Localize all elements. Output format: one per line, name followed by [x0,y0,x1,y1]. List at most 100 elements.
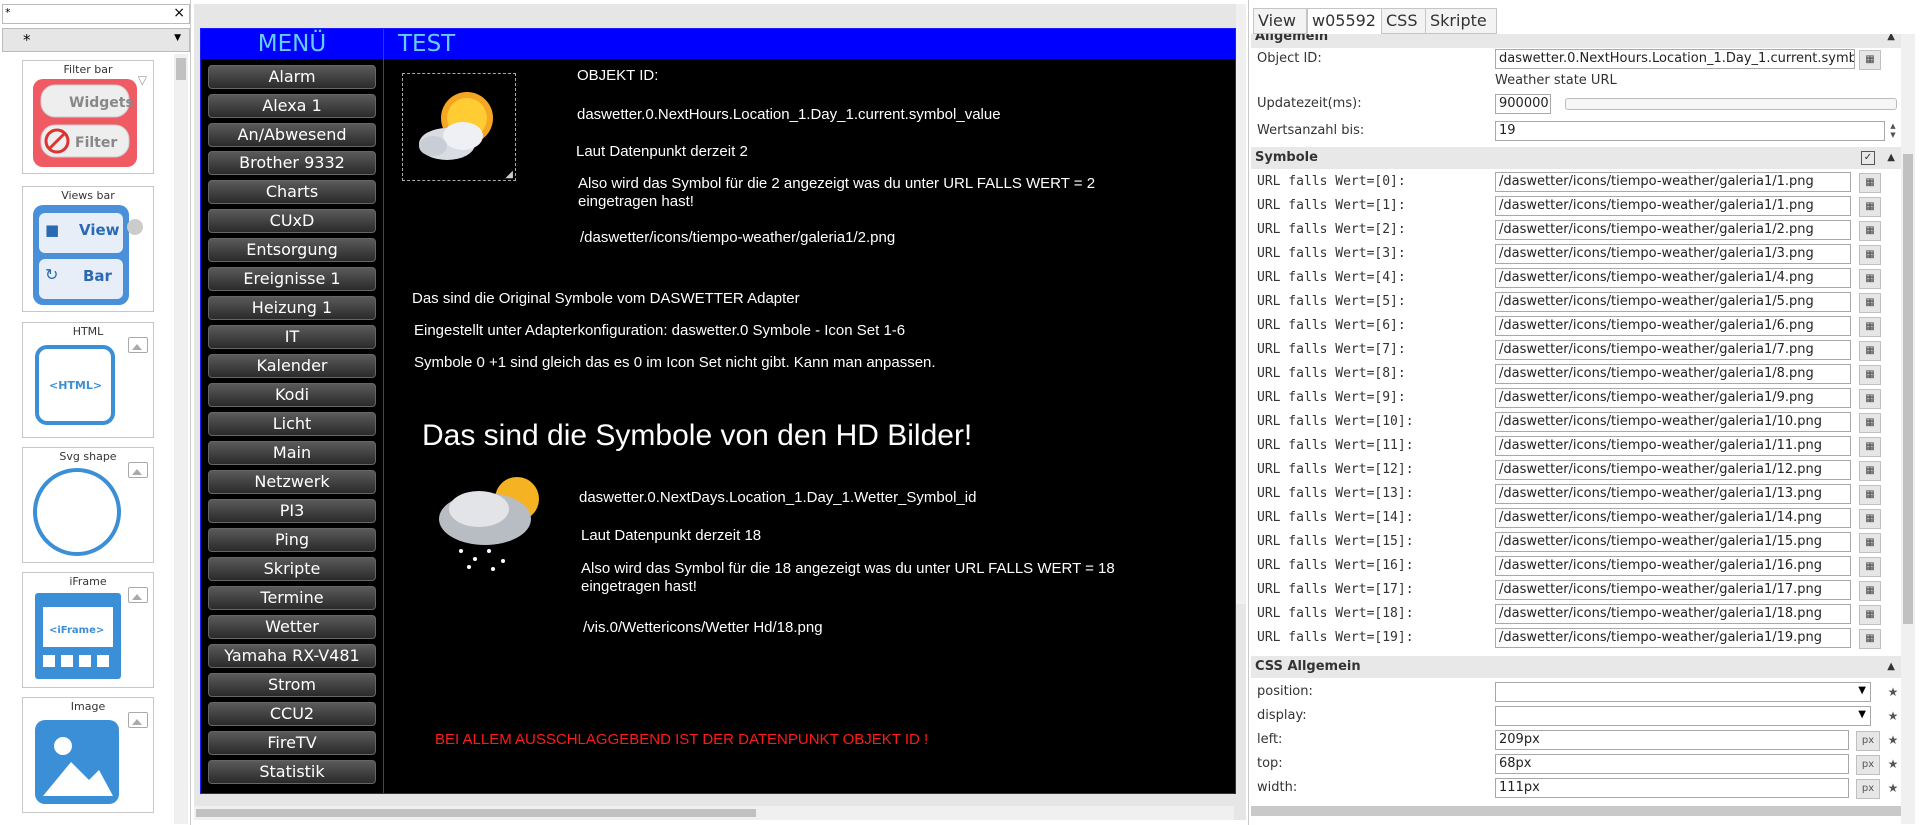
wertsanzahl-spinner[interactable]: ▲ ▼ [1887,122,1899,140]
menu-button-licht[interactable]: Licht [208,412,376,436]
url-input[interactable]: /daswetter/icons/tiempo-weather/galeria1… [1495,556,1851,576]
menu-button-ping[interactable]: Ping [208,528,376,552]
menu-button-cuxd[interactable]: CUxD [208,209,376,233]
url-select-button[interactable]: ▦ [1859,485,1881,505]
menu-button-main[interactable]: Main [208,441,376,465]
object-id-input[interactable]: daswetter.0.NextHours.Location_1.Day_1.c… [1495,49,1855,69]
url-input[interactable]: /daswetter/icons/tiempo-weather/galeria1… [1495,532,1851,552]
url-select-button[interactable]: ▦ [1859,317,1881,337]
unit-px-button[interactable]: px [1856,779,1880,799]
url-input[interactable]: /daswetter/icons/tiempo-weather/galeria1… [1495,388,1851,408]
url-select-button[interactable]: ▦ [1859,461,1881,481]
url-input[interactable]: /daswetter/icons/tiempo-weather/galeria1… [1495,268,1851,288]
scrollbar-thumb[interactable] [196,809,756,817]
url-select-button[interactable]: ▦ [1859,629,1881,649]
url-select-button[interactable]: ▦ [1859,341,1881,361]
url-input[interactable]: /daswetter/icons/tiempo-weather/galeria1… [1495,484,1851,504]
url-input[interactable]: /daswetter/icons/tiempo-weather/galeria1… [1495,172,1851,192]
menu-button-termine[interactable]: Termine [208,586,376,610]
url-select-button[interactable]: ▦ [1859,605,1881,625]
properties-horizontal-scrollbar[interactable] [1251,806,1901,816]
collapse-icon[interactable]: ▲ [1887,656,1895,678]
widget-card-views-bar[interactable]: Views bar View Bar ■ ↻ [22,186,154,312]
wertsanzahl-input[interactable]: 19 [1495,121,1885,141]
menu-button-netzwerk[interactable]: Netzwerk [208,470,376,494]
tab-widget[interactable]: w05592 [1307,8,1383,34]
menu-button-yamaha[interactable]: Yamaha RX-V481 [208,644,376,668]
menu-button-alexa-1[interactable]: Alexa 1 [208,94,376,118]
url-select-button[interactable]: ▦ [1859,557,1881,577]
menu-button-pi3[interactable]: PI3 [208,499,376,523]
updatezeit-slider[interactable] [1565,98,1897,110]
url-input[interactable]: /daswetter/icons/tiempo-weather/galeria1… [1495,508,1851,528]
url-input[interactable]: /daswetter/icons/tiempo-weather/galeria1… [1495,196,1851,216]
url-input[interactable]: /daswetter/icons/tiempo-weather/galeria1… [1495,628,1851,648]
url-select-button[interactable]: ▦ [1859,293,1881,313]
menu-button-entsorgung[interactable]: Entsorgung [208,238,376,262]
menu-button-firetv[interactable]: FireTV [208,731,376,755]
url-select-button[interactable]: ▦ [1859,365,1881,385]
menu-button-brother-9332[interactable]: Brother 9332 [208,151,376,175]
resize-handle-icon[interactable]: ◢ [505,169,513,180]
widget-card-svg-shape[interactable]: Svg shape [22,447,154,563]
star-icon[interactable]: ★ [1886,683,1900,701]
url-select-button[interactable]: ▦ [1859,269,1881,289]
canvas-vertical-scrollbar[interactable] [1236,4,1246,604]
url-input[interactable]: /daswetter/icons/tiempo-weather/galeria1… [1495,316,1851,336]
collapse-icon[interactable]: ▲ [1887,147,1895,169]
url-select-button[interactable]: ▦ [1859,221,1881,241]
properties-vertical-scrollbar[interactable] [1901,34,1915,824]
css-width-input[interactable]: 111px [1495,778,1849,798]
css-position-select[interactable]: ▼ [1495,682,1871,702]
unit-px-button[interactable]: px [1856,731,1880,751]
section-symbole[interactable]: Symbole ✓ ▲ [1251,147,1901,169]
close-icon[interactable]: × [173,5,185,21]
object-id-select-button[interactable]: ▦ [1859,50,1881,70]
star-icon[interactable]: ★ [1886,707,1900,725]
widget-card-image[interactable]: Image [22,697,154,813]
widget-card-html[interactable]: HTML <HTML> [22,322,154,438]
url-select-button[interactable]: ▦ [1859,413,1881,433]
palette-filter-select[interactable]: * ▼ [2,28,190,52]
section-allgemein[interactable]: Allgemein ▲ [1251,34,1901,48]
menu-button-kalender[interactable]: Kalender [208,354,376,378]
widget-card-filter-bar[interactable]: Filter bar Widgets Filter ▽ [22,60,154,174]
section-css-allgemein[interactable]: CSS Allgemein ▲ [1251,656,1901,678]
url-select-button[interactable]: ▦ [1859,173,1881,193]
url-select-button[interactable]: ▦ [1859,245,1881,265]
url-input[interactable]: /daswetter/icons/tiempo-weather/galeria1… [1495,292,1851,312]
palette-scrollbar[interactable] [174,54,188,824]
menu-button-statistik[interactable]: Statistik [208,760,376,784]
url-input[interactable]: /daswetter/icons/tiempo-weather/galeria1… [1495,580,1851,600]
css-left-input[interactable]: 209px [1495,730,1849,750]
selected-weather-widget[interactable]: ◢ [402,73,516,181]
css-top-input[interactable]: 68px [1495,754,1849,774]
url-select-button[interactable]: ▦ [1859,509,1881,529]
star-icon[interactable]: ★ [1886,731,1900,749]
url-select-button[interactable]: ▦ [1859,533,1881,553]
url-input[interactable]: /daswetter/icons/tiempo-weather/galeria1… [1495,412,1851,432]
menu-button-alarm[interactable]: Alarm [208,65,376,89]
menu-button-charts[interactable]: Charts [208,180,376,204]
menu-button-heizung-1[interactable]: Heizung 1 [208,296,376,320]
collapse-icon[interactable]: ▲ [1887,34,1895,48]
unit-px-button[interactable]: px [1856,755,1880,775]
checkbox-checked-icon[interactable]: ✓ [1861,151,1875,165]
url-select-button[interactable]: ▦ [1859,389,1881,409]
menu-button-it[interactable]: IT [208,325,376,349]
canvas-horizontal-scrollbar[interactable] [194,806,1234,820]
menu-button-wetter[interactable]: Wetter [208,615,376,639]
url-input[interactable]: /daswetter/icons/tiempo-weather/galeria1… [1495,244,1851,264]
updatezeit-input[interactable]: 900000 [1495,94,1551,114]
tab-view[interactable]: View [1253,8,1307,34]
url-input[interactable]: /daswetter/icons/tiempo-weather/galeria1… [1495,220,1851,240]
url-input[interactable]: /daswetter/icons/tiempo-weather/galeria1… [1495,340,1851,360]
menu-button-an-abwesend[interactable]: An/Abwesend [208,123,376,147]
menu-button-skripte[interactable]: Skripte [208,557,376,581]
scrollbar-thumb[interactable] [176,58,186,80]
tab-skripte[interactable]: Skripte [1425,8,1497,34]
star-icon[interactable]: ★ [1886,755,1900,773]
url-select-button[interactable]: ▦ [1859,581,1881,601]
menu-button-strom[interactable]: Strom [208,673,376,697]
menu-button-ccu2[interactable]: CCU2 [208,702,376,726]
